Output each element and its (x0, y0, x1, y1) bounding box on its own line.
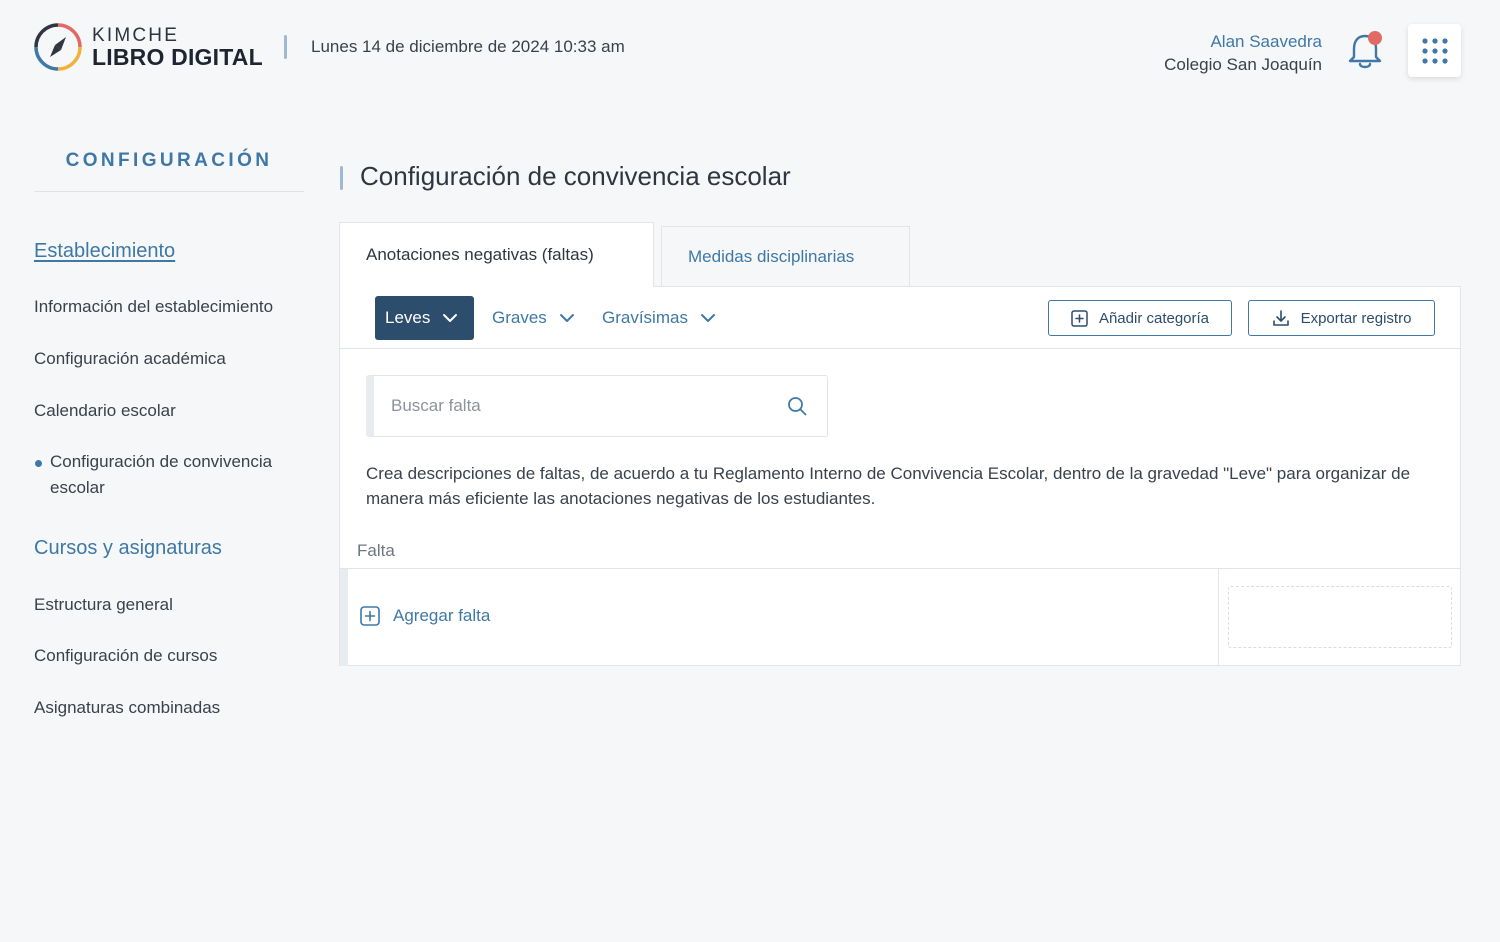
filter-leves-dropdown[interactable]: Leves (375, 296, 474, 340)
search-falta-box (366, 375, 828, 437)
settings-sidebar: CONFIGURACIÓN Establecimiento Informació… (34, 150, 304, 717)
tab-medidas-disciplinarias[interactable]: Medidas disciplinarias (661, 226, 910, 287)
filter-graves-dropdown[interactable]: Graves (492, 296, 575, 340)
notification-badge (1368, 31, 1382, 45)
logo-top-text: KIMCHE (92, 24, 180, 46)
severity-toolbar: Leves Graves Gravísimas Añadir categoría… (340, 287, 1460, 349)
faltas-panel: Leves Graves Gravísimas Añadir categoría… (339, 286, 1461, 666)
add-falta-label: Agregar falta (393, 606, 491, 625)
faltas-description: Crea descripciones de faltas, de acuerdo… (366, 464, 1411, 508)
download-icon (1272, 310, 1289, 326)
plus-square-icon (1071, 309, 1088, 327)
user-info[interactable]: Alan Saavedra Colegio San Joaquín (1164, 30, 1322, 76)
empty-action-placeholder (1228, 586, 1452, 648)
plus-square-icon (360, 606, 380, 626)
add-category-button[interactable]: Añadir categoría (1048, 300, 1232, 336)
sidebar-title: CONFIGURACIÓN (34, 150, 304, 192)
filter-graves-label: Graves (492, 308, 547, 327)
top-header: KIMCHE LIBRO DIGITAL Lunes 14 de diciemb… (0, 0, 1500, 100)
sidebar-item-convivencia-escolar[interactable]: Configuración de convivencia escolar (34, 449, 304, 501)
add-falta-button[interactable]: Agregar falta (360, 606, 490, 626)
row-column-divider (1218, 569, 1219, 666)
tab-anotaciones-negativas[interactable]: Anotaciones negativas (faltas) (339, 222, 654, 287)
page-title: Configuración de convivencia escolar (360, 161, 791, 191)
school-name: Colegio San Joaquín (1164, 55, 1322, 74)
header-divider (284, 35, 287, 59)
filter-gravisimas-label: Gravísimas (602, 308, 688, 327)
logo-bottom-text: LIBRO DIGITAL (92, 43, 263, 70)
filter-gravisimas-dropdown[interactable]: Gravísimas (602, 296, 716, 340)
sidebar-section-cursos-asignaturas[interactable]: Cursos y asignaturas (34, 537, 222, 560)
chevron-down-icon (443, 314, 458, 322)
sidebar-item-informacion-establecimiento[interactable]: Información del establecimiento (34, 294, 304, 320)
export-register-label: Exportar registro (1300, 309, 1412, 327)
sidebar-item-estructura-general[interactable]: Estructura general (34, 592, 304, 618)
filter-leves-label: Leves (385, 308, 431, 327)
table-row: Agregar falta (340, 568, 1460, 666)
user-name[interactable]: Alan Saavedra (1164, 30, 1322, 53)
sidebar-section-establecimiento[interactable]: Establecimiento (34, 240, 175, 263)
search-falta-input[interactable] (391, 376, 781, 436)
column-header-falta: Falta (357, 541, 395, 560)
current-date: Lunes 14 de diciembre de 2024 10:33 am (311, 37, 625, 56)
row-accent (340, 569, 348, 666)
grid-dots-icon (1421, 37, 1448, 64)
compass-logo-icon (34, 23, 82, 71)
export-register-button[interactable]: Exportar registro (1248, 300, 1435, 336)
sidebar-item-configuracion-academica[interactable]: Configuración académica (34, 346, 304, 372)
title-accent-bar (340, 166, 343, 190)
app-logo[interactable]: KIMCHE LIBRO DIGITAL (33, 22, 263, 72)
add-category-label: Añadir categoría (1098, 309, 1210, 327)
chevron-down-icon (559, 314, 574, 322)
sidebar-item-asignaturas-combinadas[interactable]: Asignaturas combinadas (34, 695, 304, 721)
sidebar-item-configuracion-cursos[interactable]: Configuración de cursos (34, 643, 304, 669)
apps-menu-button[interactable] (1408, 24, 1461, 77)
chevron-down-icon (700, 314, 715, 322)
search-icon[interactable] (787, 396, 807, 416)
sidebar-item-calendario-escolar[interactable]: Calendario escolar (34, 398, 304, 424)
